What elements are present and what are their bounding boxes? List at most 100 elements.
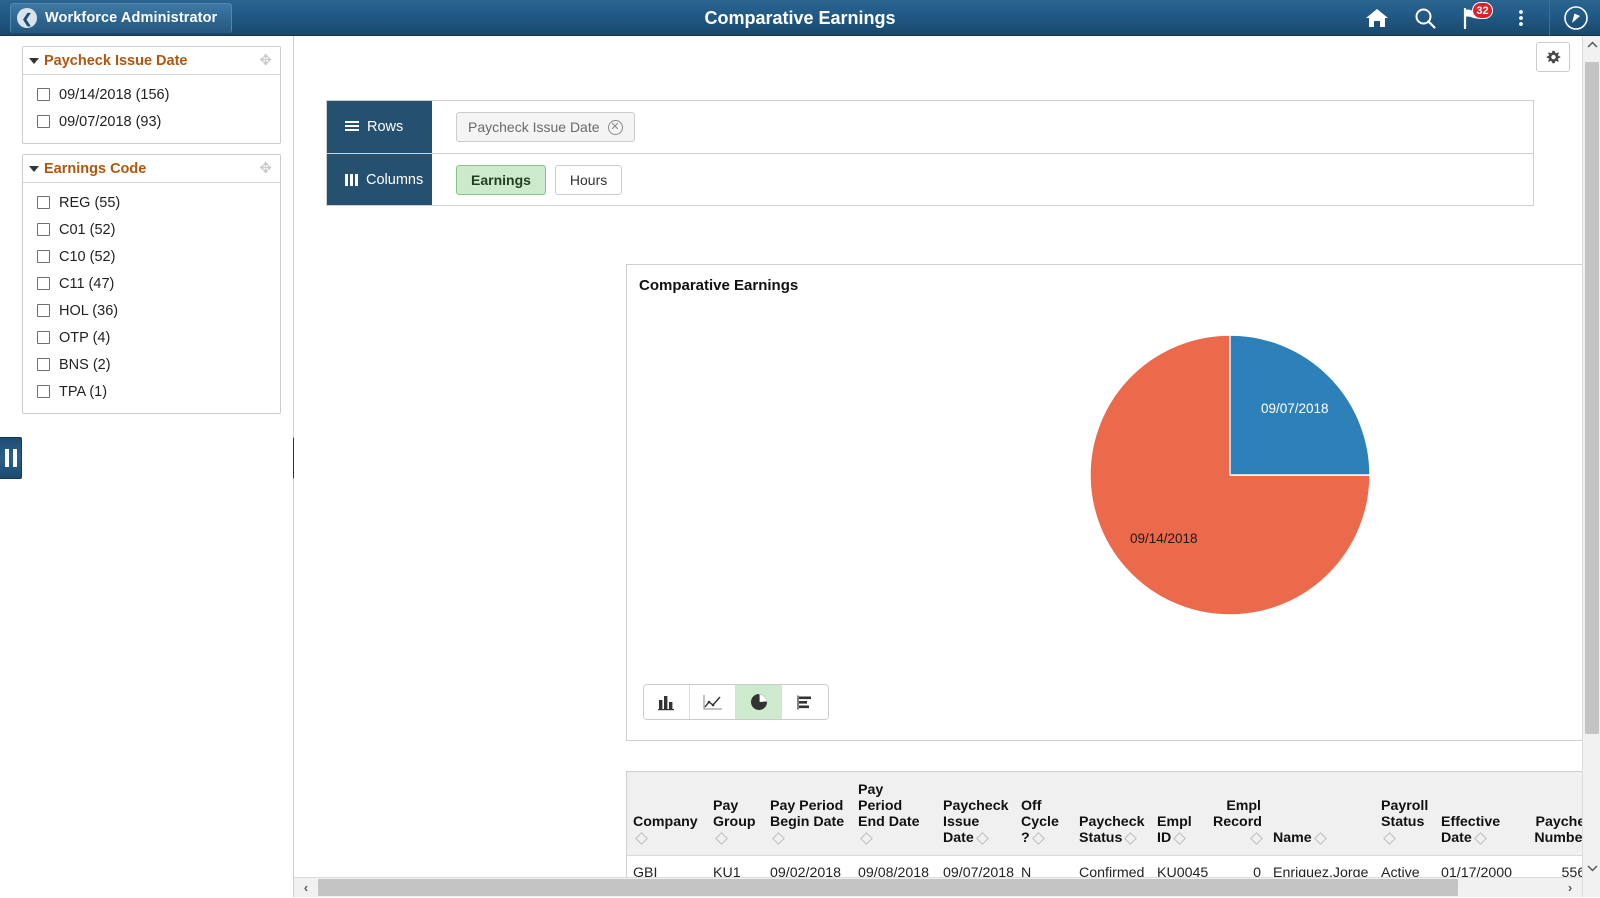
horizontal-bar-chart-icon[interactable] <box>782 685 828 719</box>
scroll-left-arrow-icon[interactable]: ‹ <box>294 878 318 898</box>
vertical-scroll-thumb[interactable] <box>1585 62 1599 734</box>
facet-option-label: TPA (1) <box>59 384 107 400</box>
facet-body: REG (55) C01 (52) C10 (52) C11 (47) HOL … <box>23 183 280 413</box>
column-header-label: Name <box>1273 830 1312 846</box>
scroll-up-arrow-icon[interactable] <box>1583 36 1600 54</box>
facet-checkbox[interactable] <box>37 358 50 371</box>
column-header-pay-group[interactable]: Pay Group <box>707 772 764 856</box>
line-chart-icon[interactable] <box>690 685 736 719</box>
sort-icon[interactable] <box>860 832 873 845</box>
actions-menu-icon[interactable] <box>1497 0 1545 36</box>
facet-option-label: REG (55) <box>59 195 120 211</box>
facet-paycheck-issue-date: Paycheck Issue Date ✥ 09/14/2018 (156) 0… <box>22 46 281 144</box>
sort-icon[interactable] <box>1383 832 1396 845</box>
bar-chart-icon[interactable] <box>644 685 690 719</box>
sort-icon[interactable] <box>1124 832 1137 845</box>
facet-option[interactable]: BNS (2) <box>23 351 280 378</box>
column-header-label: Effective Date <box>1441 814 1500 846</box>
column-header-paycheck-status[interactable]: Paycheck Status <box>1073 772 1151 856</box>
remove-chip-icon[interactable]: ✕ <box>608 120 623 135</box>
sort-icon[interactable] <box>635 832 648 845</box>
move-handle-icon[interactable]: ✥ <box>259 161 272 176</box>
facet-option[interactable]: TPA (1) <box>23 378 280 405</box>
vertical-scrollbar[interactable] <box>1582 36 1600 897</box>
sort-icon[interactable] <box>1173 832 1186 845</box>
facet-option[interactable]: 09/14/2018 (156) <box>23 81 280 108</box>
back-button-label: Workforce Administrator <box>45 10 217 26</box>
sort-icon[interactable] <box>1474 832 1487 845</box>
scroll-right-arrow-icon[interactable]: › <box>1558 878 1582 898</box>
sort-icon[interactable] <box>772 832 785 845</box>
sort-icon[interactable] <box>976 832 989 845</box>
facet-option[interactable]: HOL (36) <box>23 297 280 324</box>
facet-checkbox[interactable] <box>37 385 50 398</box>
facet-title: Earnings Code <box>44 161 259 177</box>
pivot-configuration-panel: Rows Paycheck Issue Date ✕ Columns Earni… <box>326 100 1534 206</box>
scroll-down-arrow-icon[interactable] <box>1583 859 1600 877</box>
column-header-payroll-status[interactable]: Payroll Status <box>1375 772 1435 856</box>
sort-icon[interactable] <box>715 832 728 845</box>
column-header-effective-date[interactable]: Effective Date <box>1435 772 1525 856</box>
facet-checkbox[interactable] <box>37 88 50 101</box>
search-icon[interactable] <box>1401 0 1449 36</box>
facet-checkbox[interactable] <box>37 196 50 209</box>
pie-slice-label-09-14-2018: 09/14/2018 <box>1130 531 1198 546</box>
sort-icon[interactable] <box>1032 832 1045 845</box>
facet-checkbox[interactable] <box>37 250 50 263</box>
move-handle-icon[interactable]: ✥ <box>259 53 272 68</box>
sort-icon[interactable] <box>1314 832 1327 845</box>
column-header-paycheck-number[interactable]: Paycheck Number <box>1525 772 1582 856</box>
pivot-rows-row: Rows Paycheck Issue Date ✕ <box>327 101 1533 153</box>
column-header-label: Company <box>633 814 698 830</box>
pie-slice-label-09-07-2018: 09/07/2018 <box>1261 401 1329 416</box>
facet-header-earnings-code[interactable]: Earnings Code ✥ <box>23 155 280 183</box>
facet-option[interactable]: OTP (4) <box>23 324 280 351</box>
horizontal-scrollbar[interactable]: ‹ › <box>294 877 1582 897</box>
column-header-off-cycle[interactable]: Off Cycle ? <box>1015 772 1073 856</box>
sort-icon[interactable] <box>1250 832 1263 845</box>
column-header-paycheck-issue-date[interactable]: Paycheck Issue Date <box>937 772 1015 856</box>
column-header-name[interactable]: Name <box>1267 772 1375 856</box>
column-header-label: Payroll Status <box>1381 798 1428 830</box>
facet-option[interactable]: C11 (47) <box>23 270 280 297</box>
facet-checkbox[interactable] <box>37 277 50 290</box>
column-header-pay-period-begin-date[interactable]: Pay Period Begin Date <box>764 772 852 856</box>
top-navigation-bar: ❮ Workforce Administrator Comparative Ea… <box>0 0 1600 36</box>
facet-option[interactable]: REG (55) <box>23 189 280 216</box>
facet-header-paycheck-issue-date[interactable]: Paycheck Issue Date ✥ <box>23 47 280 75</box>
facet-option[interactable]: 09/07/2018 (93) <box>23 108 280 135</box>
facet-option[interactable]: C10 (52) <box>23 243 280 270</box>
pivot-rows-items: Paycheck Issue Date ✕ <box>432 101 635 153</box>
column-header-empl-id[interactable]: Empl ID <box>1151 772 1207 856</box>
facet-checkbox[interactable] <box>37 304 50 317</box>
horizontal-scroll-track[interactable] <box>318 878 1558 898</box>
caret-down-icon[interactable] <box>29 166 39 172</box>
collapse-handle-left-edge[interactable] <box>0 437 22 479</box>
facet-checkbox[interactable] <box>37 115 50 128</box>
nav-bar-compass-icon[interactable] <box>1552 0 1600 36</box>
pivot-columns-label-cell: Columns <box>327 154 432 205</box>
measure-button-hours[interactable]: Hours <box>555 165 622 195</box>
facet-checkbox[interactable] <box>37 331 50 344</box>
back-to-workforce-administrator-button[interactable]: ❮ Workforce Administrator <box>10 3 232 33</box>
pause-bar-icon <box>13 449 17 467</box>
home-icon[interactable] <box>1353 0 1401 36</box>
facet-checkbox[interactable] <box>37 223 50 236</box>
horizontal-scroll-thumb[interactable] <box>318 879 1458 896</box>
facet-option-label: C01 (52) <box>59 222 115 238</box>
caret-down-icon[interactable] <box>29 58 39 64</box>
notifications-flag-icon[interactable]: 32 <box>1449 0 1497 36</box>
pause-bar-icon <box>5 449 9 467</box>
facet-option[interactable]: C01 (52) <box>23 216 280 243</box>
main-content-area: Rows Paycheck Issue Date ✕ Columns Earni… <box>294 36 1582 897</box>
column-header-empl-record[interactable]: Empl Record <box>1207 772 1267 856</box>
chevron-left-icon: ❮ <box>17 8 37 28</box>
pivot-chip-paycheck-issue-date[interactable]: Paycheck Issue Date ✕ <box>456 112 635 142</box>
column-header-pay-period-end-date[interactable]: Pay Period End Date <box>852 772 937 856</box>
column-header-label: Pay Period Begin Date <box>770 798 844 830</box>
pie-chart-svg[interactable] <box>627 315 1582 635</box>
gear-icon[interactable] <box>1536 42 1570 72</box>
column-header-company[interactable]: Company <box>627 772 707 856</box>
measure-button-earnings[interactable]: Earnings <box>456 165 546 195</box>
pie-chart-icon[interactable] <box>736 685 782 719</box>
